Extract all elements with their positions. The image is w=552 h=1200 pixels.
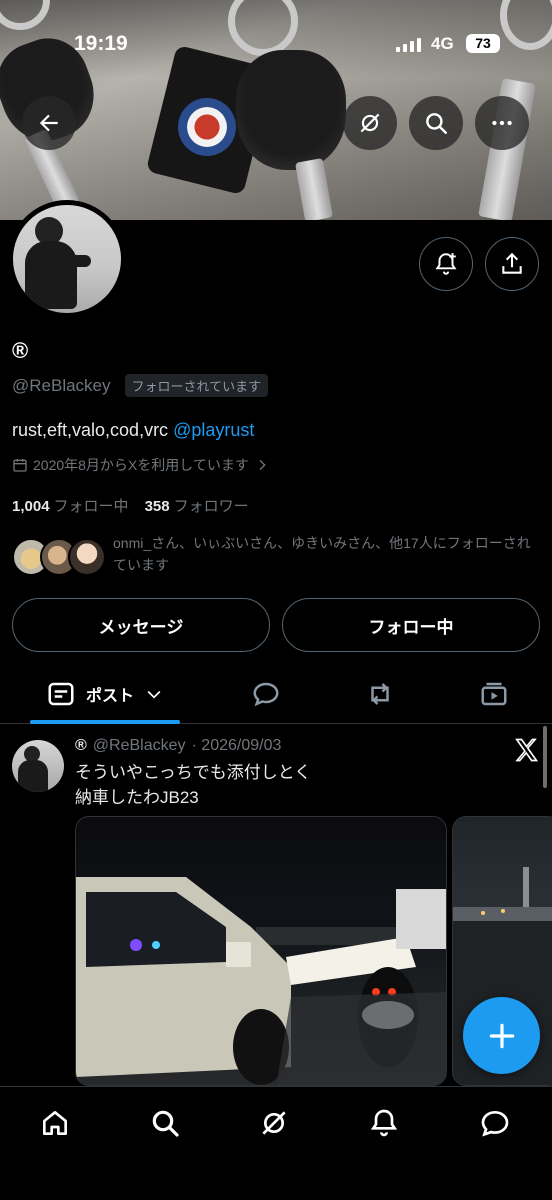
share-icon bbox=[502, 252, 522, 274]
search-icon bbox=[426, 113, 447, 134]
post-text-line: 納車したわJB23 bbox=[75, 788, 199, 807]
avatar bbox=[68, 538, 106, 576]
more-button[interactable] bbox=[475, 96, 529, 150]
tab-reposts[interactable] bbox=[350, 664, 410, 724]
follow-stats: 1,004 フォロー中 358 フォロワー bbox=[12, 495, 249, 516]
follows-you-badge: フォローされています bbox=[124, 374, 269, 397]
scrollbar[interactable] bbox=[543, 726, 547, 788]
message-button[interactable]: メッセージ bbox=[12, 598, 270, 652]
search-icon bbox=[152, 1110, 179, 1137]
display-name: ® bbox=[12, 338, 29, 363]
x-logo-icon bbox=[515, 738, 539, 762]
share-button[interactable] bbox=[485, 237, 539, 291]
notifications-icon bbox=[370, 1109, 398, 1137]
replies-icon bbox=[253, 682, 279, 707]
followed-by-text: onmi_さん、いぃぶいさん、ゆきいみさん、他17人にフォローされています bbox=[113, 535, 531, 573]
calendar-icon bbox=[13, 459, 27, 472]
notify-button[interactable] bbox=[419, 237, 473, 291]
reposts-icon bbox=[371, 683, 389, 705]
night-car-photo bbox=[76, 877, 446, 1085]
back-button[interactable] bbox=[22, 96, 76, 150]
compose-button[interactable] bbox=[463, 997, 540, 1074]
status-bar: 19:19 4G 73 bbox=[0, 30, 552, 60]
search-button[interactable] bbox=[409, 96, 463, 150]
profile-avatar[interactable] bbox=[8, 200, 126, 318]
status-time: 19:19 bbox=[74, 32, 128, 55]
joined-text: 2020年8月からXを利用しています bbox=[33, 457, 249, 473]
followers-stat[interactable]: 358 フォロワー bbox=[145, 495, 249, 516]
tab-posts-label: ポスト bbox=[85, 688, 134, 705]
post-header: ® @ReBlackey · 2026/09/03 bbox=[75, 737, 281, 755]
chevron-down-icon bbox=[147, 690, 161, 699]
signal-icon bbox=[396, 38, 421, 52]
network-type: 4G bbox=[431, 34, 454, 53]
post-author-name[interactable]: ® bbox=[75, 737, 87, 755]
more-icon bbox=[492, 120, 512, 126]
following-button[interactable]: フォロー中 bbox=[282, 598, 540, 652]
post-text-line: そういやこっちでも添付しとく bbox=[75, 763, 312, 782]
post-image[interactable] bbox=[75, 816, 447, 1086]
nav-grok[interactable] bbox=[254, 1103, 294, 1143]
grok-icon bbox=[262, 1111, 286, 1135]
avatar-photo bbox=[13, 205, 121, 313]
car-key-fob bbox=[236, 50, 346, 170]
battery-level: 73 bbox=[466, 34, 500, 53]
tab-posts[interactable]: ポスト bbox=[30, 664, 180, 724]
nav-search[interactable] bbox=[145, 1103, 185, 1143]
brand-emblem bbox=[178, 98, 236, 156]
followed-by[interactable]: onmi_さん、いぃぶいさん、ゆきいみさん、他17人にフォローされています bbox=[12, 532, 542, 582]
nav-messages[interactable] bbox=[475, 1103, 515, 1143]
grok-button[interactable] bbox=[343, 96, 397, 150]
home-icon bbox=[43, 1111, 67, 1135]
user-handle: @ReBlackey bbox=[12, 375, 111, 395]
post-author-handle[interactable]: @ReBlackey bbox=[93, 737, 186, 755]
tab-replies[interactable] bbox=[236, 664, 296, 724]
plus-icon bbox=[489, 1023, 514, 1048]
posts-icon bbox=[48, 682, 74, 706]
following-stat[interactable]: 1,004 フォロー中 bbox=[12, 495, 129, 516]
chevron-right-icon bbox=[259, 459, 266, 471]
tab-media[interactable] bbox=[464, 664, 524, 724]
grok-icon bbox=[360, 113, 380, 133]
bio: rust,eft,valo,cod,vrc @playrust bbox=[12, 420, 254, 441]
back-arrow-icon bbox=[39, 114, 58, 132]
handle-row: @ReBlackey フォローされています bbox=[12, 374, 269, 397]
nav-notifications[interactable] bbox=[364, 1103, 404, 1143]
joined-date[interactable]: 2020年8月からXを利用しています bbox=[12, 455, 270, 475]
profile-tabs: ポスト bbox=[0, 664, 552, 724]
bell-plus-icon bbox=[435, 253, 457, 275]
media-icon bbox=[481, 682, 507, 706]
followed-by-avatars bbox=[12, 538, 108, 578]
bottom-nav bbox=[0, 1086, 552, 1200]
post-author-avatar[interactable] bbox=[12, 740, 64, 792]
bio-mention-link[interactable]: @playrust bbox=[173, 420, 254, 440]
post-text: そういやこっちでも添付しとく 納車したわJB23 bbox=[75, 760, 311, 810]
post-date: · 2026/09/03 bbox=[191, 737, 282, 754]
bio-text: rust,eft,valo,cod,vrc bbox=[12, 420, 169, 440]
messages-icon bbox=[481, 1110, 509, 1137]
tab-selected-indicator bbox=[30, 720, 180, 724]
nav-home[interactable] bbox=[35, 1103, 75, 1143]
